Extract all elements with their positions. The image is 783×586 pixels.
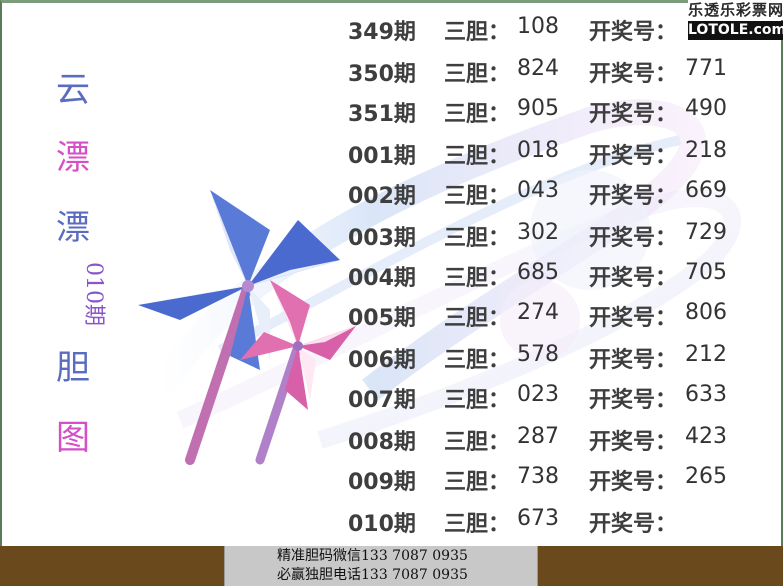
- period: 001期: [348, 144, 416, 169]
- dan-value: 018: [517, 138, 559, 163]
- period: 010期: [348, 512, 416, 537]
- dan-label: 三胆：: [444, 470, 511, 495]
- kaijiang-label: 开奖号：: [589, 348, 678, 373]
- kaijiang-label: 开奖号：: [589, 430, 678, 455]
- period: 350期: [348, 62, 416, 87]
- table-row: 351期 三胆： 905 开奖号： 490: [0, 96, 783, 130]
- dan-label: 三胆：: [444, 184, 511, 209]
- kaijiang-label: 开奖号：: [589, 144, 678, 169]
- dan-value: 685: [517, 260, 559, 285]
- kaijiang-value: 806: [685, 300, 727, 325]
- dan-value: 578: [517, 342, 559, 367]
- period: 005期: [348, 306, 416, 331]
- dan-value: 023: [517, 382, 559, 407]
- dan-label: 三胆：: [444, 348, 511, 373]
- kaijiang-value: 669: [685, 178, 727, 203]
- kaijiang-label: 开奖号：: [589, 512, 678, 537]
- dan-value: 274: [517, 300, 559, 325]
- table-row: 007期 三胆： 023 开奖号： 633: [0, 382, 783, 416]
- table-row: 006期 三胆： 578 开奖号： 212: [0, 342, 783, 376]
- kaijiang-value: 423: [685, 424, 727, 449]
- dan-label: 三胆：: [444, 512, 511, 537]
- kaijiang-label: 开奖号：: [589, 184, 678, 209]
- kaijiang-value: 218: [685, 138, 727, 163]
- period: 007期: [348, 388, 416, 413]
- kaijiang-label: 开奖号：: [589, 266, 678, 291]
- period: 003期: [348, 226, 416, 251]
- dan-value: 673: [517, 506, 559, 531]
- kaijiang-value: 705: [685, 260, 727, 285]
- period: 009期: [348, 470, 416, 495]
- kaijiang-label: 开奖号：: [589, 226, 678, 251]
- dan-value: 738: [517, 464, 559, 489]
- period: 006期: [348, 348, 416, 373]
- dan-label: 三胆：: [444, 306, 511, 331]
- dan-label: 三胆：: [444, 20, 511, 45]
- dan-label: 三胆：: [444, 62, 511, 87]
- table-row: 009期 三胆： 738 开奖号： 265: [0, 464, 783, 498]
- dan-value: 824: [517, 56, 559, 81]
- table-row: 003期 三胆： 302 开奖号： 729: [0, 220, 783, 254]
- table-row: 004期 三胆： 685 开奖号： 705: [0, 260, 783, 294]
- dan-label: 三胆：: [444, 102, 511, 127]
- dan-value: 302: [517, 220, 559, 245]
- table-row: 010期 三胆： 673 开奖号：: [0, 506, 783, 540]
- dan-value: 043: [517, 178, 559, 203]
- kaijiang-label: 开奖号：: [589, 470, 678, 495]
- dan-value: 905: [517, 96, 559, 121]
- dan-label: 三胆：: [444, 266, 511, 291]
- table-row: 005期 三胆： 274 开奖号： 806: [0, 300, 783, 334]
- contact-line-wechat: 精准胆码微信133 7087 0935: [277, 548, 468, 564]
- contact-box: 精准胆码微信133 7087 0935 必赢独胆电话133 7087 0935: [224, 546, 538, 586]
- kaijiang-value: 633: [685, 382, 727, 407]
- period: 351期: [348, 102, 416, 127]
- kaijiang-value: 212: [685, 342, 727, 367]
- kaijiang-label: 开奖号：: [589, 388, 678, 413]
- period: 008期: [348, 430, 416, 455]
- period: 349期: [348, 20, 416, 45]
- table-row: 008期 三胆： 287 开奖号： 423: [0, 424, 783, 458]
- kaijiang-value: 490: [685, 96, 727, 121]
- dan-label: 三胆：: [444, 144, 511, 169]
- dan-value: 108: [517, 14, 559, 39]
- kaijiang-value: 771: [685, 56, 727, 81]
- kaijiang-label: 开奖号：: [589, 102, 678, 127]
- table-row: 001期 三胆： 018 开奖号： 218: [0, 138, 783, 172]
- dan-value: 287: [517, 424, 559, 449]
- kaijiang-label: 开奖号：: [589, 306, 678, 331]
- watermark-logo: 乐透乐彩票网 LOTOLE.com: [662, 0, 783, 40]
- table-row: 002期 三胆： 043 开奖号： 669: [0, 178, 783, 212]
- contact-line-phone: 必赢独胆电话133 7087 0935: [277, 567, 468, 583]
- dan-label: 三胆：: [444, 430, 511, 455]
- period: 002期: [348, 184, 416, 209]
- table-row: 350期 三胆： 824 开奖号： 771: [0, 56, 783, 90]
- kaijiang-label: 开奖号：: [589, 62, 678, 87]
- kaijiang-value: 265: [685, 464, 727, 489]
- dan-label: 三胆：: [444, 388, 511, 413]
- dan-label: 三胆：: [444, 226, 511, 251]
- kaijiang-value: 729: [685, 220, 727, 245]
- watermark-bottom-text: LOTOLE.com: [688, 21, 783, 40]
- watermark-top-text: 乐透乐彩票网: [688, 0, 783, 20]
- period: 004期: [348, 266, 416, 291]
